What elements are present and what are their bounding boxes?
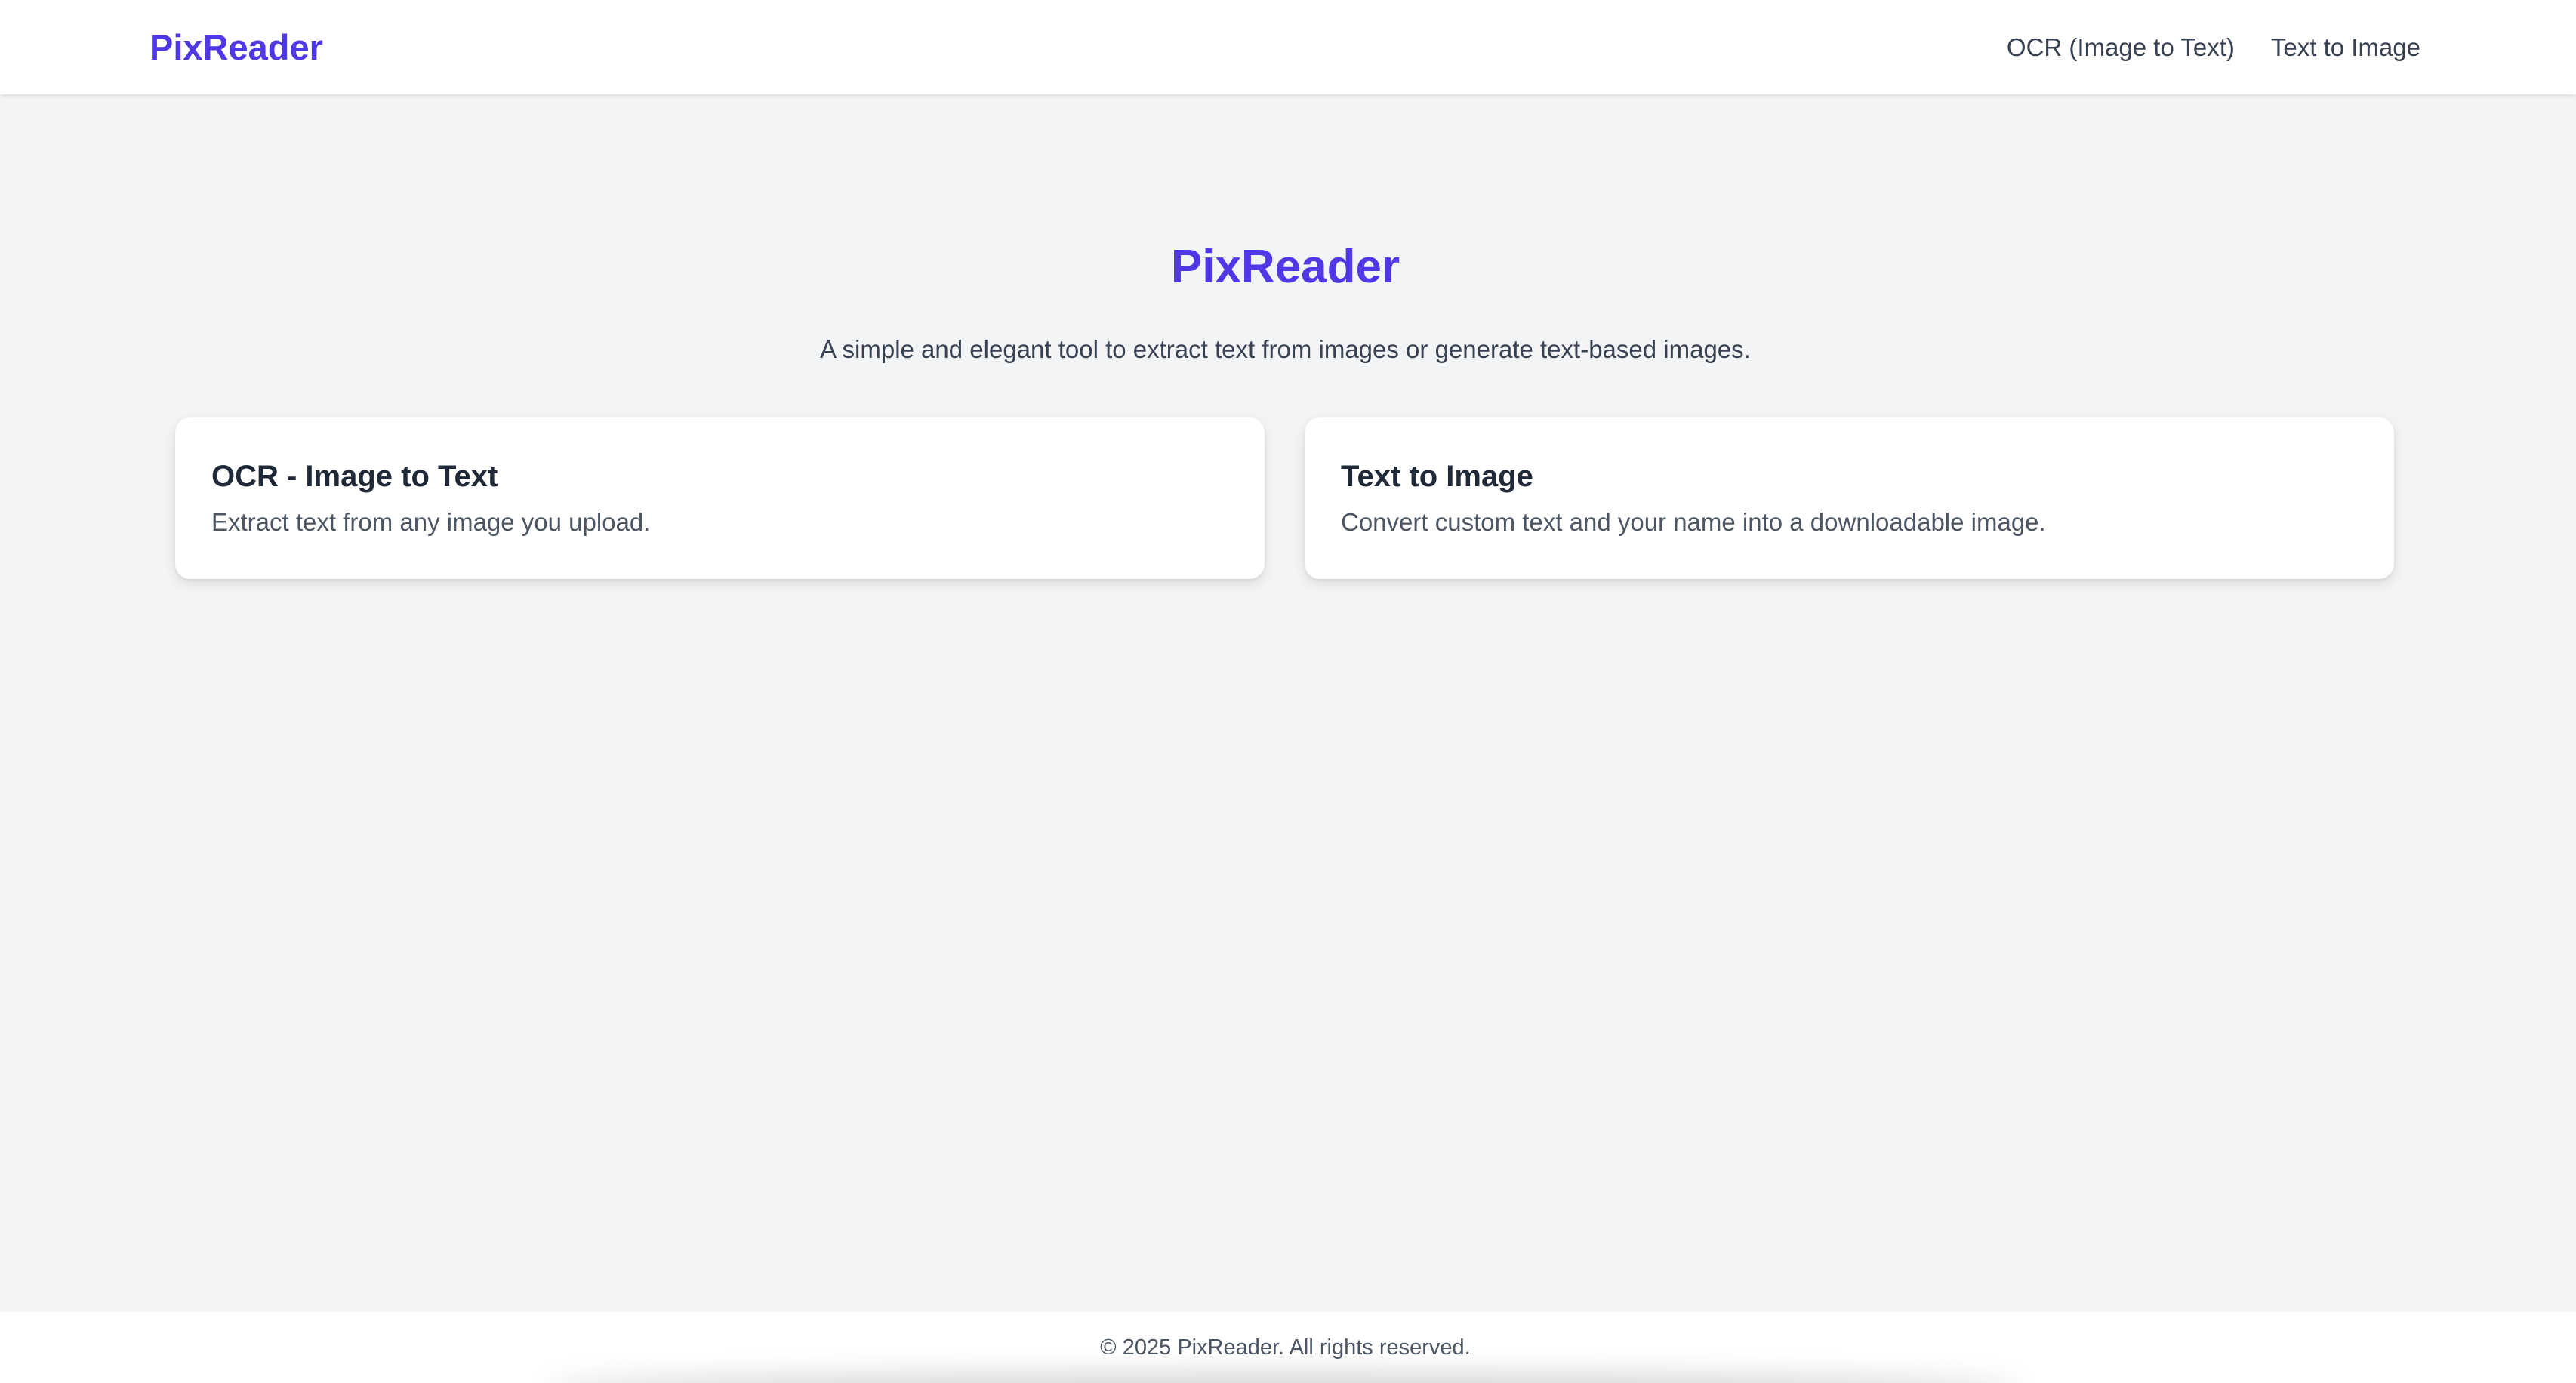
footer: © 2025 PixReader. All rights reserved.	[0, 1312, 2576, 1383]
card-text-to-image[interactable]: Text to Image Convert custom text and yo…	[1305, 417, 2394, 579]
footer-copyright: © 2025 PixReader. All rights reserved.	[1100, 1335, 1471, 1360]
nav-links: OCR (Image to Text) Text to Image	[2007, 0, 2420, 94]
card-text-to-image-description: Convert custom text and your name into a…	[1341, 508, 2046, 536]
nav-link-ocr[interactable]: OCR (Image to Text)	[2007, 33, 2235, 62]
card-ocr-description: Extract text from any image you upload.	[211, 508, 651, 536]
card-ocr[interactable]: OCR - Image to Text Extract text from an…	[175, 417, 1265, 579]
brand-logo-link[interactable]: PixReader	[149, 0, 323, 94]
navbar: PixReader OCR (Image to Text) Text to Im…	[0, 0, 2576, 94]
nav-link-text-to-image[interactable]: Text to Image	[2271, 33, 2420, 62]
page-title: PixReader	[1170, 241, 1400, 293]
page-subtitle: A simple and elegant tool to extract tex…	[820, 335, 1751, 363]
card-ocr-title: OCR - Image to Text	[211, 460, 498, 493]
card-text-to-image-title: Text to Image	[1341, 460, 1533, 493]
